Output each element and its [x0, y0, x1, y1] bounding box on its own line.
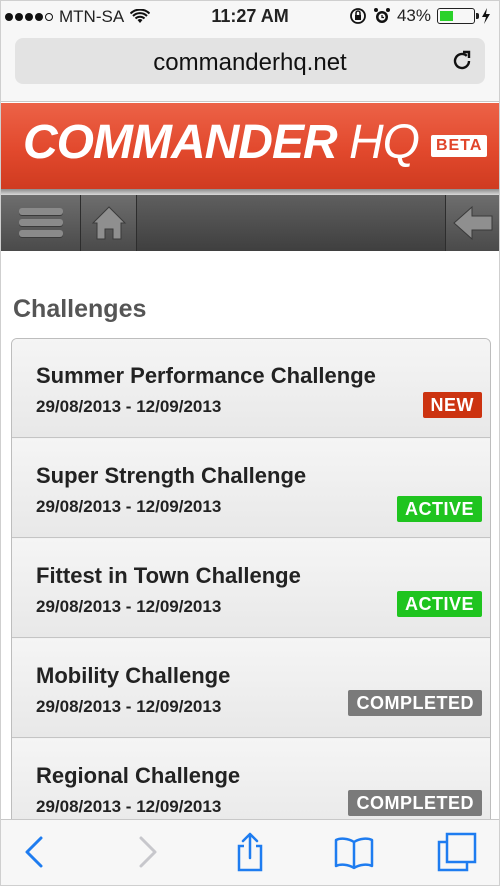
- challenge-item[interactable]: Fittest in Town Challenge 29/08/2013 - 1…: [12, 539, 490, 638]
- reload-icon[interactable]: [449, 48, 475, 74]
- challenge-dates: 29/08/2013 - 12/09/2013: [36, 797, 222, 816]
- browser-toolbar: [1, 819, 499, 885]
- home-icon: [91, 206, 127, 240]
- share-icon[interactable]: [230, 832, 270, 872]
- status-badge: COMPLETED: [348, 690, 482, 716]
- challenge-title: Summer Performance Challenge: [36, 363, 376, 388]
- charging-bolt-icon: [482, 8, 490, 24]
- challenge-item[interactable]: Mobility Challenge 29/08/2013 - 12/09/20…: [12, 639, 490, 738]
- hamburger-icon-line: [19, 219, 63, 226]
- logo[interactable]: COMMANDER HQ: [23, 116, 420, 169]
- challenge-dates: 29/08/2013 - 12/09/2013: [36, 597, 222, 616]
- status-badge: ACTIVE: [396, 591, 482, 617]
- hamburger-icon: [19, 208, 63, 215]
- forward-icon[interactable]: [127, 832, 167, 872]
- status-badge: NEW: [422, 392, 482, 418]
- browser-window: MTN-SA 11:27 AM 43% commanderhq.net COMM…: [0, 0, 500, 886]
- url-text[interactable]: commanderhq.net: [15, 49, 485, 77]
- hamburger-icon-line: [19, 230, 63, 237]
- challenge-list: Summer Performance Challenge 29/08/2013 …: [11, 338, 491, 860]
- challenge-item[interactable]: Summer Performance Challenge 29/08/2013 …: [12, 339, 490, 438]
- tabs-icon[interactable]: [437, 832, 477, 872]
- address-bar[interactable]: commanderhq.net: [15, 38, 485, 84]
- challenge-item[interactable]: Super Strength Challenge 29/08/2013 - 12…: [12, 439, 490, 538]
- beta-badge: BETA: [431, 135, 488, 157]
- alarm-icon: [373, 8, 390, 23]
- challenge-title: Mobility Challenge: [36, 663, 231, 688]
- back-icon[interactable]: [15, 832, 55, 872]
- orientation-lock-icon: [350, 8, 366, 24]
- menu-button[interactable]: [1, 195, 81, 251]
- challenge-dates: 29/08/2013 - 12/09/2013: [36, 697, 222, 716]
- status-bar: MTN-SA 11:27 AM 43%: [1, 1, 499, 33]
- challenge-dates: 29/08/2013 - 12/09/2013: [36, 397, 222, 416]
- status-badge: COMPLETED: [348, 790, 482, 816]
- battery-percentage: 43%: [396, 6, 431, 25]
- challenge-title: Super Strength Challenge: [36, 463, 307, 488]
- back-button[interactable]: [445, 195, 499, 251]
- status-badge: ACTIVE: [396, 496, 482, 522]
- home-button[interactable]: [81, 195, 137, 251]
- page-title: Challenges: [13, 295, 147, 323]
- bookmarks-icon[interactable]: [334, 832, 374, 872]
- status-right: 43%: [349, 6, 491, 26]
- address-bar-container: commanderhq.net: [1, 33, 499, 102]
- challenge-title: Regional Challenge: [36, 763, 241, 788]
- challenge-title: Fittest in Town Challenge: [36, 563, 301, 588]
- challenge-dates: 29/08/2013 - 12/09/2013: [36, 497, 222, 516]
- logo-commander: COMMANDER: [23, 116, 349, 169]
- back-arrow-icon: [453, 205, 493, 241]
- logo-hq: HQ: [348, 116, 420, 169]
- battery-icon: [437, 8, 479, 24]
- nav-bar: [1, 195, 499, 251]
- site-banner: COMMANDER HQ BETA: [1, 103, 499, 189]
